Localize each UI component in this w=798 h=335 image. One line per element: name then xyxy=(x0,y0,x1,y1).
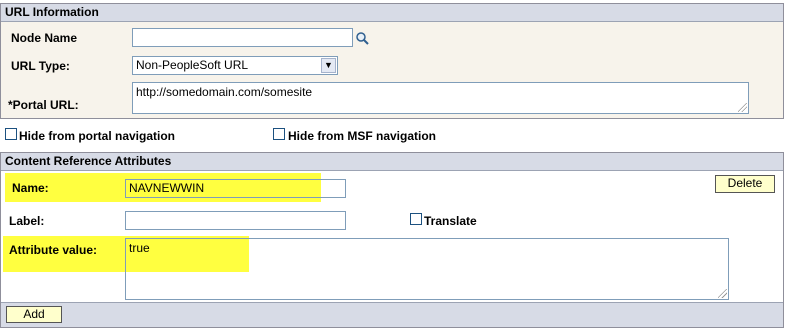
portal-url-value: http://somedomain.com/somesite xyxy=(136,85,313,99)
chevron-down-icon[interactable]: ▼ xyxy=(321,58,336,73)
label-label: Label: xyxy=(9,214,45,228)
url-information-header: URL Information xyxy=(1,4,783,22)
delete-button[interactable]: Delete xyxy=(715,175,775,193)
url-type-select[interactable]: Non-PeopleSoft URL ▼ xyxy=(132,56,338,75)
url-type-label: URL Type: xyxy=(11,59,70,73)
lookup-search-icon[interactable] xyxy=(355,31,371,47)
add-button[interactable]: Add xyxy=(6,306,62,323)
hide-portal-label: Hide from portal navigation xyxy=(19,129,176,143)
node-name-input[interactable] xyxy=(132,28,353,47)
attribute-value-textarea[interactable]: true xyxy=(125,238,729,300)
translate-checkbox[interactable] xyxy=(410,213,422,225)
hide-msf-checkbox[interactable] xyxy=(273,128,285,140)
name-value: NAVNEWWIN xyxy=(129,181,205,195)
resize-grip-icon[interactable] xyxy=(718,289,727,298)
cra-header: Content Reference Attributes xyxy=(1,153,783,171)
url-type-value: Non-PeopleSoft URL xyxy=(136,58,249,72)
attribute-value-text: true xyxy=(129,241,150,255)
resize-grip-icon[interactable] xyxy=(738,103,747,112)
name-input[interactable]: NAVNEWWIN xyxy=(125,179,346,198)
cra-footer xyxy=(1,302,783,327)
attribute-value-label: Attribute value: xyxy=(9,243,98,257)
node-name-label: Node Name xyxy=(11,31,78,45)
portal-url-label: *Portal URL: xyxy=(8,98,79,112)
translate-label: Translate xyxy=(424,214,477,228)
hide-portal-checkbox[interactable] xyxy=(5,128,17,140)
portal-url-textarea[interactable]: http://somedomain.com/somesite xyxy=(132,82,749,114)
hide-msf-label: Hide from MSF navigation xyxy=(288,129,437,143)
name-label: Name: xyxy=(12,181,49,195)
label-input[interactable] xyxy=(125,211,346,230)
